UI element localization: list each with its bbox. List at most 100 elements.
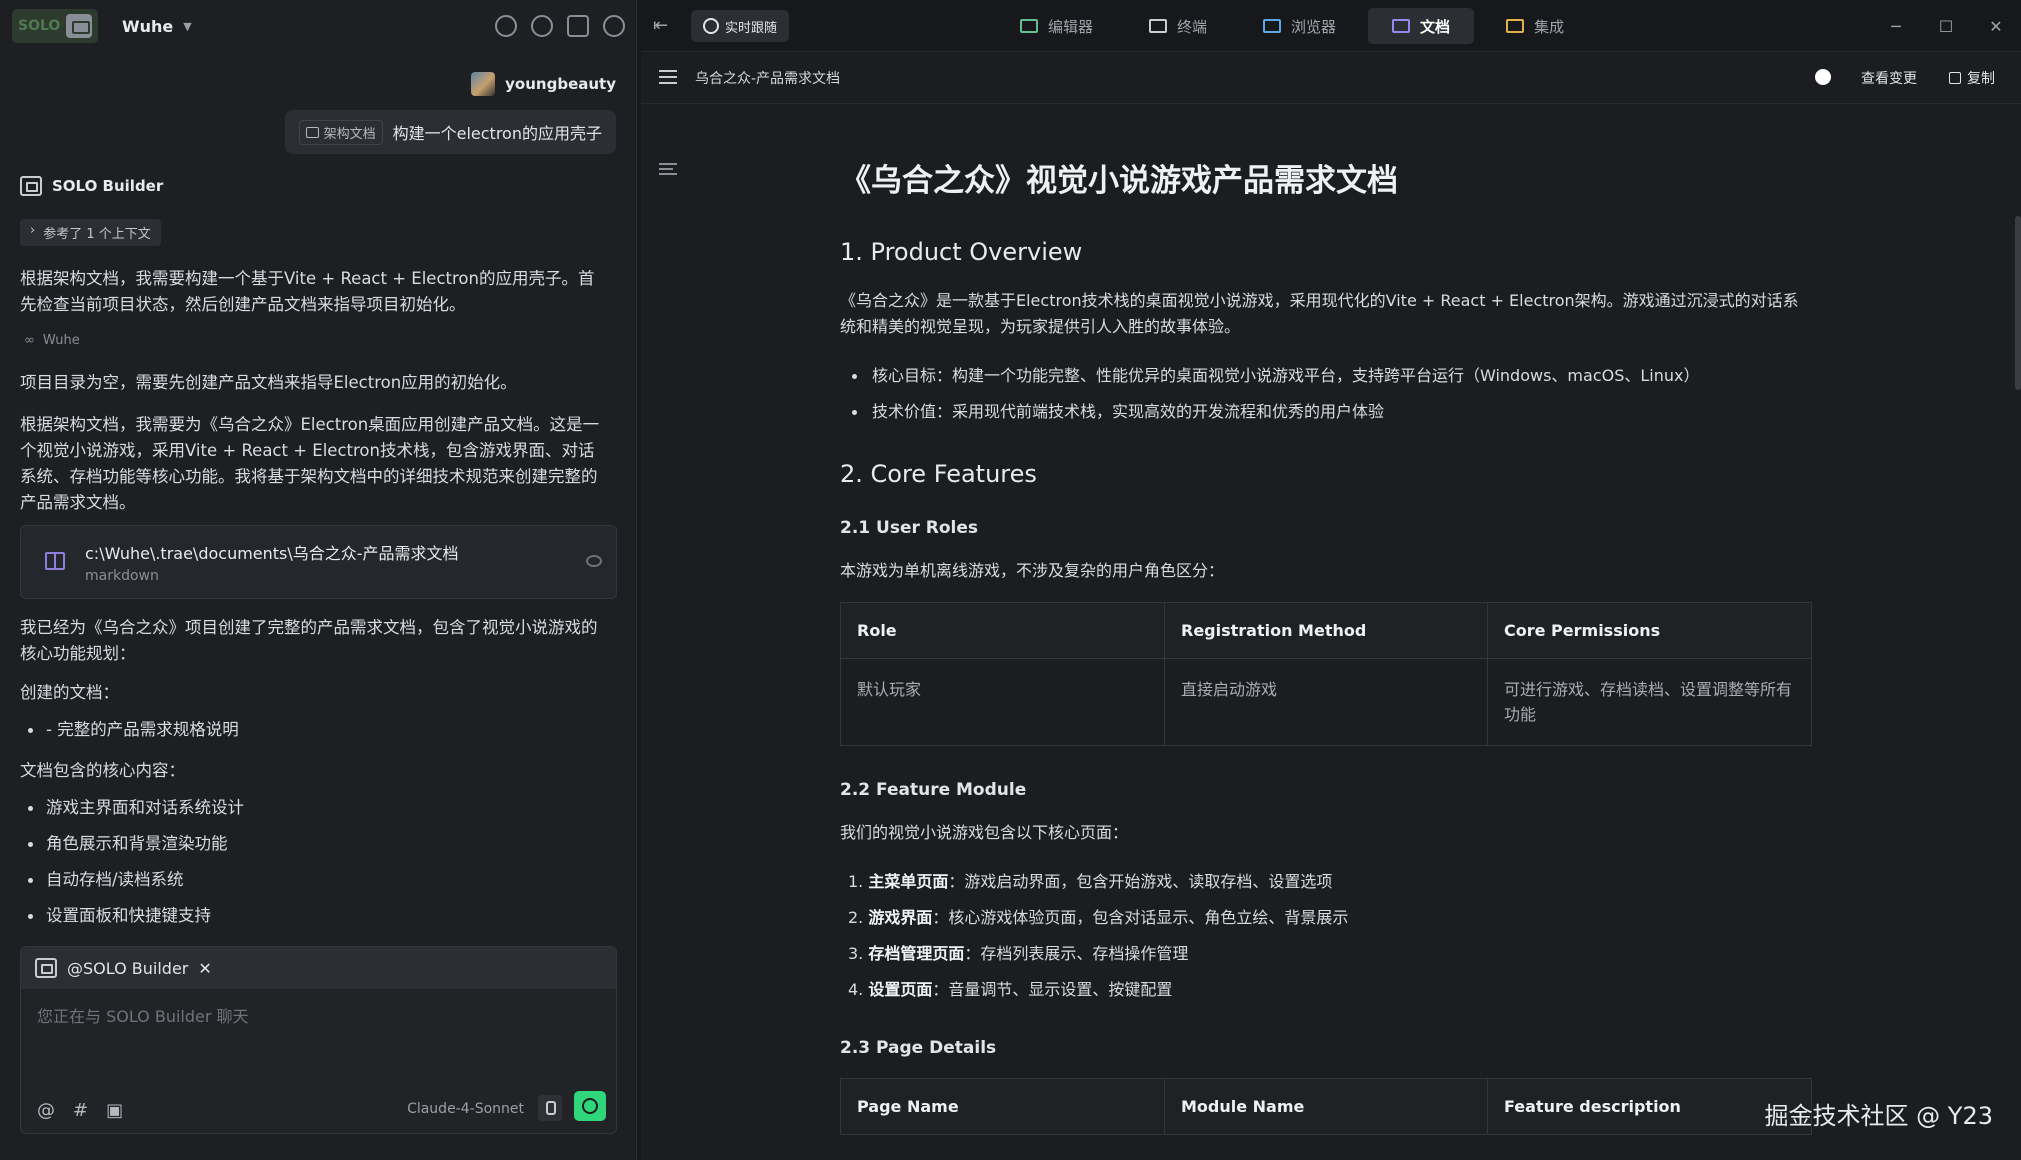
tab-label: 浏览器 xyxy=(1291,16,1336,37)
view-changes-label[interactable]: 查看变更 xyxy=(1861,68,1917,88)
document-title: 乌合之众-产品需求文档 xyxy=(695,68,840,88)
doc-content-list: 游戏主界面和对话系统设计 角色展示和背景渲染功能 自动存档/读档系统 设置面板和… xyxy=(20,790,244,934)
agent-message-3: 根据架构文档，我需要为《乌合之众》Electron桌面应用创建产品文档。这是一个… xyxy=(20,412,610,516)
watermark: 掘金技术社区 @ Y23 xyxy=(1765,1096,1993,1131)
doc-content-label: 文档包含的核心内容： xyxy=(20,758,610,784)
globe-icon xyxy=(703,18,719,34)
close-button[interactable]: ✕ xyxy=(1971,0,2021,52)
user-header: youngbeauty xyxy=(471,72,616,96)
table-cell: 直接启动游戏 xyxy=(1165,659,1488,746)
agent-name: SOLO Builder xyxy=(52,177,163,195)
subsection-heading: 2.2 Feature Module xyxy=(840,780,1812,800)
chat-agent-mention[interactable]: @SOLO Builder ✕ xyxy=(21,947,616,989)
list-item: 游戏主界面和对话系统设计 xyxy=(20,790,244,826)
live-follow-button[interactable]: 实时跟随 xyxy=(691,10,789,42)
doc-icon xyxy=(1392,19,1410,33)
list-item: 角色展示和背景渲染功能 xyxy=(20,826,244,862)
section-heading: 1. Product Overview xyxy=(840,238,1812,266)
chat-agent-label: @SOLO Builder xyxy=(67,959,188,978)
new-chat-icon[interactable] xyxy=(495,15,517,37)
send-button[interactable] xyxy=(574,1091,606,1121)
user-message-text: 构建一个electron的应用壳子 xyxy=(393,120,602,144)
chevron-right-icon: › xyxy=(30,223,35,242)
context-tag[interactable]: 架构文档 xyxy=(299,120,383,145)
file-path: c:\Wuhe\.trae\documents\乌合之众-产品需求文档 xyxy=(85,540,459,564)
chat-input[interactable]: 您正在与 SOLO Builder 聊天 xyxy=(37,1003,249,1027)
user-name: youngbeauty xyxy=(505,75,616,93)
list-item: 技术价值：采用现代前端技术栈，实现高效的开发流程和优秀的用户体验 xyxy=(840,394,1812,430)
thought-indicator[interactable]: ∞Wuhe xyxy=(24,333,80,348)
toc-icon[interactable] xyxy=(659,163,677,177)
document-content: 《乌合之众》视觉小说游戏产品需求文档 1. Product Overview 《… xyxy=(840,155,1812,1160)
view-tabs: 编辑器 终端 浏览器 文档 集成 xyxy=(996,8,1588,44)
tab-editor[interactable]: 编辑器 xyxy=(996,8,1117,44)
solo-logo[interactable]: SOLO xyxy=(12,9,98,43)
created-docs-label: 创建的文档： xyxy=(20,680,610,706)
infinity-icon: ∞ xyxy=(24,333,35,348)
copy-button[interactable]: 复制 xyxy=(1949,68,1995,88)
context-tag-label: 架构文档 xyxy=(324,123,376,142)
table-header: Core Permissions xyxy=(1488,603,1812,659)
image-icon[interactable]: ▣ xyxy=(106,1100,123,1121)
model-selector[interactable]: Claude-4-Sonnet xyxy=(407,1101,524,1117)
mention-icon[interactable]: @ xyxy=(37,1100,55,1121)
right-topbar: ⇤ 实时跟随 编辑器 终端 浏览器 文档 集成 ─ ☐ ✕ xyxy=(641,0,2021,52)
history-icon[interactable] xyxy=(531,15,553,37)
tab-integration[interactable]: 集成 xyxy=(1482,8,1588,44)
list-item: 设置面板和快捷键支持 xyxy=(20,898,244,934)
book-icon xyxy=(306,127,319,138)
item-name: 存档管理页面 xyxy=(868,944,964,963)
list-icon[interactable] xyxy=(659,70,677,84)
table-header: Role xyxy=(841,603,1165,659)
collapse-panel-icon[interactable]: ⇤ xyxy=(653,15,673,35)
logo-text: SOLO xyxy=(18,18,60,34)
tools-icon[interactable]: ✕ xyxy=(198,959,211,978)
item-desc: ：核心游戏体验页面，包含对话显示、角色立绘、背景展示 xyxy=(932,908,1348,927)
subsection-heading: 2.3 Page Details xyxy=(840,1038,1812,1058)
microphone-icon[interactable] xyxy=(538,1095,562,1121)
minimize-button[interactable]: ─ xyxy=(1871,0,1921,52)
list-item: 自动存档/读档系统 xyxy=(20,862,244,898)
view-changes-toggle[interactable] xyxy=(1815,69,1831,85)
gear-icon[interactable] xyxy=(567,15,589,37)
paragraph: 我们的视觉小说游戏包含以下核心页面： xyxy=(840,820,1812,846)
copy-label: 复制 xyxy=(1967,68,1995,88)
tab-label: 文档 xyxy=(1420,16,1450,37)
tab-terminal[interactable]: 终端 xyxy=(1125,8,1231,44)
chat-panel: SOLO Wuhe▼ youngbeauty 架构文档 构建一个electron… xyxy=(0,0,637,1160)
item-number: 2. xyxy=(848,908,863,927)
section-heading: 2. Core Features xyxy=(840,460,1812,488)
paragraph: 本游戏为单机离线游戏，不涉及复杂的用户角色区分： xyxy=(840,558,1812,584)
agent-header: SOLO Builder xyxy=(20,176,163,196)
workspace-selector[interactable]: Wuhe▼ xyxy=(122,17,192,36)
left-topbar: SOLO Wuhe▼ xyxy=(0,0,637,52)
agent-message-1: 根据架构文档，我需要构建一个基于Vite + React + Electron的… xyxy=(20,266,610,318)
file-card[interactable]: c:\Wuhe\.trae\documents\乌合之众-产品需求文档 mark… xyxy=(20,525,617,599)
item-number: 3. xyxy=(848,944,863,963)
table-header: Module Name xyxy=(1165,1079,1488,1135)
document-toolbar: 乌合之众-产品需求文档 查看变更 复制 xyxy=(641,54,2021,104)
builder-icon xyxy=(20,176,42,196)
copy-icon xyxy=(1949,72,1961,84)
table-header: Registration Method xyxy=(1165,603,1488,659)
hash-icon[interactable]: # xyxy=(73,1100,88,1121)
file-type: markdown xyxy=(85,568,159,584)
list-item: 核心目标：构建一个功能完整、性能优异的桌面视觉小说游戏平台，支持跨平台运行（Wi… xyxy=(840,358,1812,394)
bullet-list: 核心目标：构建一个功能完整、性能优异的桌面视觉小说游戏平台，支持跨平台运行（Wi… xyxy=(840,358,1812,430)
context-reference[interactable]: › 参考了 1 个上下文 xyxy=(20,219,161,246)
list-item: 1. 主菜单页面：游戏启动界面，包含开始游戏、读取存档、设置选项 xyxy=(840,864,1812,900)
agent-message-4: 我已经为《乌合之众》项目创建了完整的产品需求文档，包含了视觉小说游戏的核心功能规… xyxy=(20,615,610,667)
scrollbar[interactable] xyxy=(2015,216,2021,390)
list-item: 2. 游戏界面：核心游戏体验页面，包含对话显示、角色立绘、背景展示 xyxy=(840,900,1812,936)
window-controls: ─ ☐ ✕ xyxy=(1871,0,2021,52)
tab-docs[interactable]: 文档 xyxy=(1368,8,1474,44)
list-item: - 完整的产品需求规格说明 xyxy=(20,712,239,748)
table-cell: 默认玩家 xyxy=(841,659,1165,746)
context-reference-label: 参考了 1 个上下文 xyxy=(43,223,151,242)
tab-browser[interactable]: 浏览器 xyxy=(1239,8,1360,44)
created-docs-list: - 完整的产品需求规格说明 xyxy=(20,712,239,748)
chevron-down-icon: ▼ xyxy=(183,20,191,33)
eye-icon[interactable] xyxy=(586,555,602,567)
account-icon[interactable] xyxy=(603,15,625,37)
maximize-button[interactable]: ☐ xyxy=(1921,0,1971,52)
